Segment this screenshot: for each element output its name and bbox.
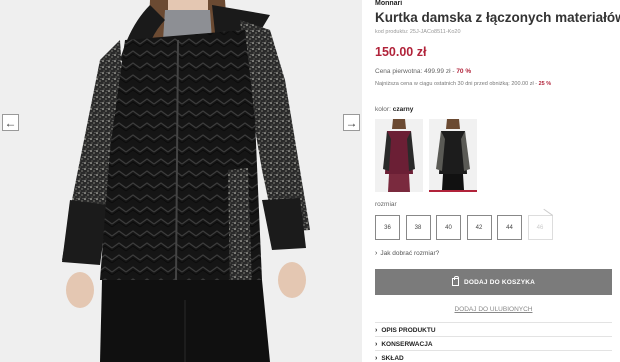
- size-label: rozmiar: [375, 201, 397, 208]
- product-code: kod produktu: 25J-JACo8511-Ko20: [375, 29, 461, 35]
- product-title: Kurtka damska z łączonych materiałów: [375, 10, 620, 25]
- size-option-44[interactable]: 44: [497, 215, 522, 240]
- size-guide-text: Jak dobrać rozmiar?: [380, 250, 440, 257]
- divider: [375, 336, 612, 337]
- color-swatch-burgundy[interactable]: [375, 119, 423, 192]
- accordion-label: SKŁAD: [381, 355, 404, 362]
- chevron-right-icon: ›: [375, 250, 378, 257]
- add-to-cart-button[interactable]: DODAJ DO KOSZYKA: [375, 269, 612, 295]
- size-option-38[interactable]: 38: [405, 215, 431, 240]
- gallery-next-button[interactable]: →: [343, 114, 360, 131]
- color-value: czarny: [392, 106, 414, 113]
- accordion-composition[interactable]: › SKŁAD: [375, 355, 612, 362]
- size-option-36[interactable]: 36: [375, 215, 400, 240]
- product-info-panel: Monnari Kurtka damska z łączonych materi…: [375, 0, 620, 362]
- brand-name[interactable]: Monnari: [375, 0, 402, 7]
- color-swatch-black[interactable]: [429, 119, 477, 192]
- divider: [375, 350, 612, 351]
- accordion-description[interactable]: › OPIS PRODUKTU: [375, 327, 612, 334]
- size-option-46[interactable]: 46: [527, 215, 553, 240]
- original-price-text: Cena pierwotna: 499.99 zł -: [375, 68, 455, 75]
- chevron-right-icon: ›: [375, 355, 378, 362]
- divider: [375, 322, 612, 323]
- lowest-price-info: Najniższa cena w ciągu ostatnich 30 dni …: [375, 81, 551, 87]
- chevron-right-icon: ›: [375, 341, 378, 348]
- original-discount: 70 %: [456, 68, 472, 75]
- chevron-right-icon: ›: [375, 327, 378, 334]
- color-label: kolor: czarny: [375, 106, 413, 113]
- lowest-price-text: Najniższa cena w ciągu ostatnich 30 dni …: [375, 81, 538, 87]
- add-to-cart-label: DODAJ DO KOSZYKA: [463, 278, 536, 286]
- original-price: Cena pierwotna: 499.99 zł - 70 %: [375, 68, 471, 75]
- current-price: 150.00 zł: [375, 45, 427, 59]
- product-main-image[interactable]: [0, 0, 362, 362]
- accordion-label: OPIS PRODUKTU: [381, 327, 436, 334]
- size-option-42[interactable]: 42: [466, 215, 492, 240]
- lowest-discount: 25 %: [538, 81, 552, 87]
- product-gallery: ← →: [0, 0, 362, 362]
- gallery-prev-button[interactable]: ←: [2, 114, 19, 131]
- accordion-label: KONSERWACJA: [381, 341, 433, 348]
- size-option-40[interactable]: 40: [436, 215, 461, 240]
- accordion-care[interactable]: › KONSERWACJA: [375, 341, 612, 348]
- size-guide-link[interactable]: › Jak dobrać rozmiar?: [375, 250, 439, 257]
- shopping-bag-icon: [451, 276, 459, 286]
- add-to-favorites-link[interactable]: DODAJ DO ULUBIONYCH: [375, 306, 612, 313]
- color-label-text: kolor:: [375, 106, 391, 113]
